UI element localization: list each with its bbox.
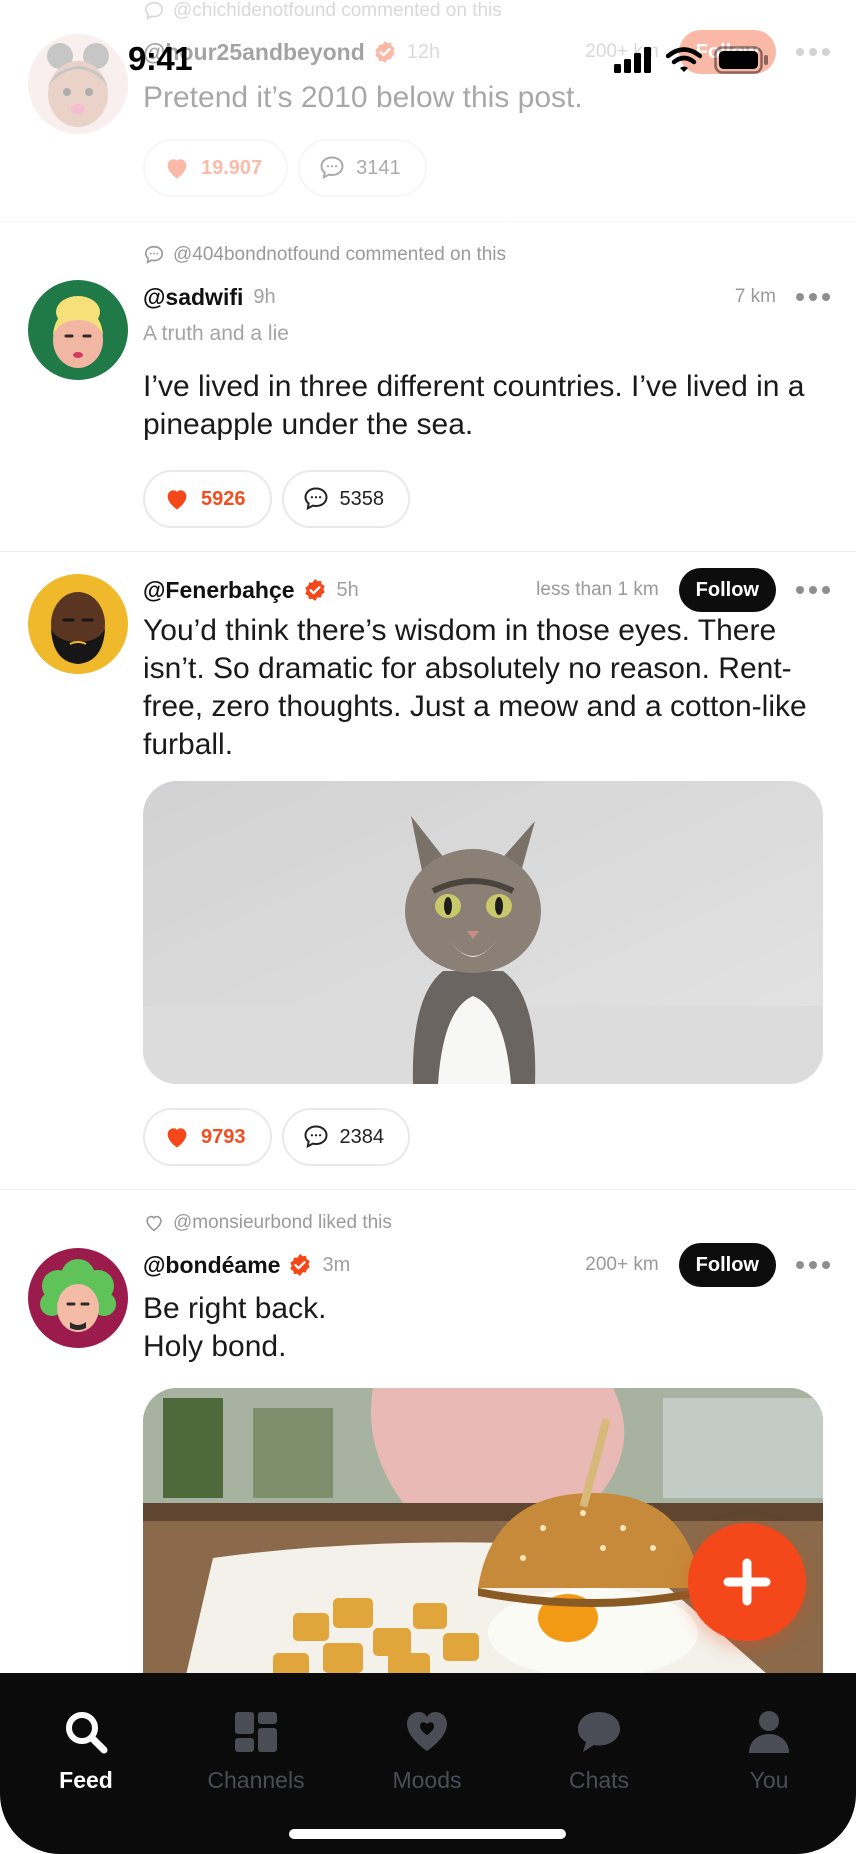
compose-button[interactable] [688,1523,806,1641]
post-context: @chichidenotfound commented on this [143,0,502,22]
heart-icon [407,1712,447,1751]
like-count: 19.907 [201,156,263,179]
avatar[interactable] [28,574,128,674]
post-body: I’ve lived in three different countries.… [143,370,805,441]
post-distance: 7 km [734,286,776,307]
tab-channels[interactable]: Channels [186,1709,326,1794]
tab-label: You [749,1767,789,1793]
comment-button[interactable]: 3141 [298,139,427,197]
verified-icon [375,41,395,63]
more-options-icon[interactable] [796,293,830,301]
grid-icon [235,1712,277,1752]
like-button[interactable]: 9793 [143,1108,272,1166]
comment-icon [304,487,327,511]
post-time: 9h [253,285,276,308]
post-subtitle: A truth and a lie [143,322,289,345]
post-body: Be right back. Holy bond. [143,1290,823,1366]
follow-button[interactable]: Follow [678,568,776,612]
tab-moods[interactable]: Moods [357,1709,497,1794]
comment-icon [304,1125,327,1149]
tab-label: Moods [392,1767,462,1793]
post-handle[interactable]: @sadwifi [143,284,243,311]
home-indicator[interactable] [289,1829,566,1839]
post-actions: 9793 2384 [143,1108,410,1166]
comment-button[interactable]: 5358 [281,470,410,528]
search-icon [66,1712,108,1754]
person-icon [749,1711,789,1753]
heart-outline-icon [146,1215,162,1232]
tab-label: Feed [59,1767,113,1793]
tab-you[interactable]: You [699,1709,839,1794]
comment-icon [144,1,164,20]
follow-button[interactable]: Follow [678,30,776,74]
verified-icon [290,1254,311,1276]
more-options-icon[interactable] [796,1261,830,1269]
follow-button[interactable]: Follow [678,1243,776,1287]
avatar[interactable] [28,1248,128,1348]
more-options-icon[interactable] [796,48,830,56]
like-count: 9793 [201,1125,246,1148]
more-options-icon[interactable] [796,586,830,594]
post-body-line: Be right back. [143,1292,327,1325]
post-handle[interactable]: @Fenerbahçe [143,577,295,604]
post-header: @Fenerbahçe 5h less than 1 km Follow [143,568,830,612]
comment-count: 5358 [339,487,385,510]
post-body: Pretend it’s 2010 below this post. [143,81,583,114]
tab-bar: Feed Channels Moods Chats You [0,1673,856,1854]
post[interactable]: @chichidenotfound commented on this @hou… [0,0,856,222]
post-handle[interactable]: @bondéame [143,1252,280,1279]
tab-chats[interactable]: Chats [529,1709,669,1794]
heart-icon [167,159,187,179]
like-button[interactable]: 5926 [143,470,272,528]
comment-icon [144,245,164,264]
tab-feed[interactable]: Feed [16,1709,156,1794]
avatar[interactable] [28,280,128,380]
comment-icon [320,156,344,180]
heart-icon [167,490,187,510]
post-time: 3m [322,1253,351,1276]
post[interactable]: @404bondnotfound commented on this @sadw… [0,222,856,552]
post-body: You’d think there’s wisdom in those eyes… [143,614,807,761]
post-time: 5h [336,578,359,601]
plus-icon [723,1558,771,1606]
post-actions: 5926 5358 [143,470,410,528]
post-header: @bondéame 3m 200+ km Follow [143,1243,830,1287]
post-time: 12h [406,40,441,63]
post-distance: 200+ km [585,41,659,62]
post-header: @hour25andbeyond 12h 200+ km Follow [143,30,830,74]
chat-bubble-icon [578,1712,620,1752]
post[interactable]: @Fenerbahçe 5h less than 1 km Follow You… [0,552,856,1190]
tab-label: Chats [568,1767,630,1793]
post-context: @404bondnotfound commented on this [143,244,506,266]
comment-count: 2384 [339,1125,385,1148]
post-body-line: Holy bond. [143,1330,287,1363]
post-context: @monsieurbond liked this [143,1212,392,1234]
heart-icon [167,1128,187,1148]
post-handle[interactable]: @hour25andbeyond [143,39,365,66]
comment-button[interactable]: 2384 [281,1108,410,1166]
post-distance: less than 1 km [536,579,659,600]
avatar[interactable] [28,34,128,134]
post-image-cat[interactable] [143,781,823,1084]
tab-label: Channels [207,1767,305,1793]
post-actions: 19.907 3141 [143,139,427,197]
post-header: @sadwifi 9h 7 km [143,277,830,317]
like-count: 5926 [201,487,246,510]
like-button[interactable]: 19.907 [143,139,289,197]
comment-count: 3141 [356,156,401,179]
verified-icon [304,579,325,601]
post-distance: 200+ km [585,1254,659,1275]
